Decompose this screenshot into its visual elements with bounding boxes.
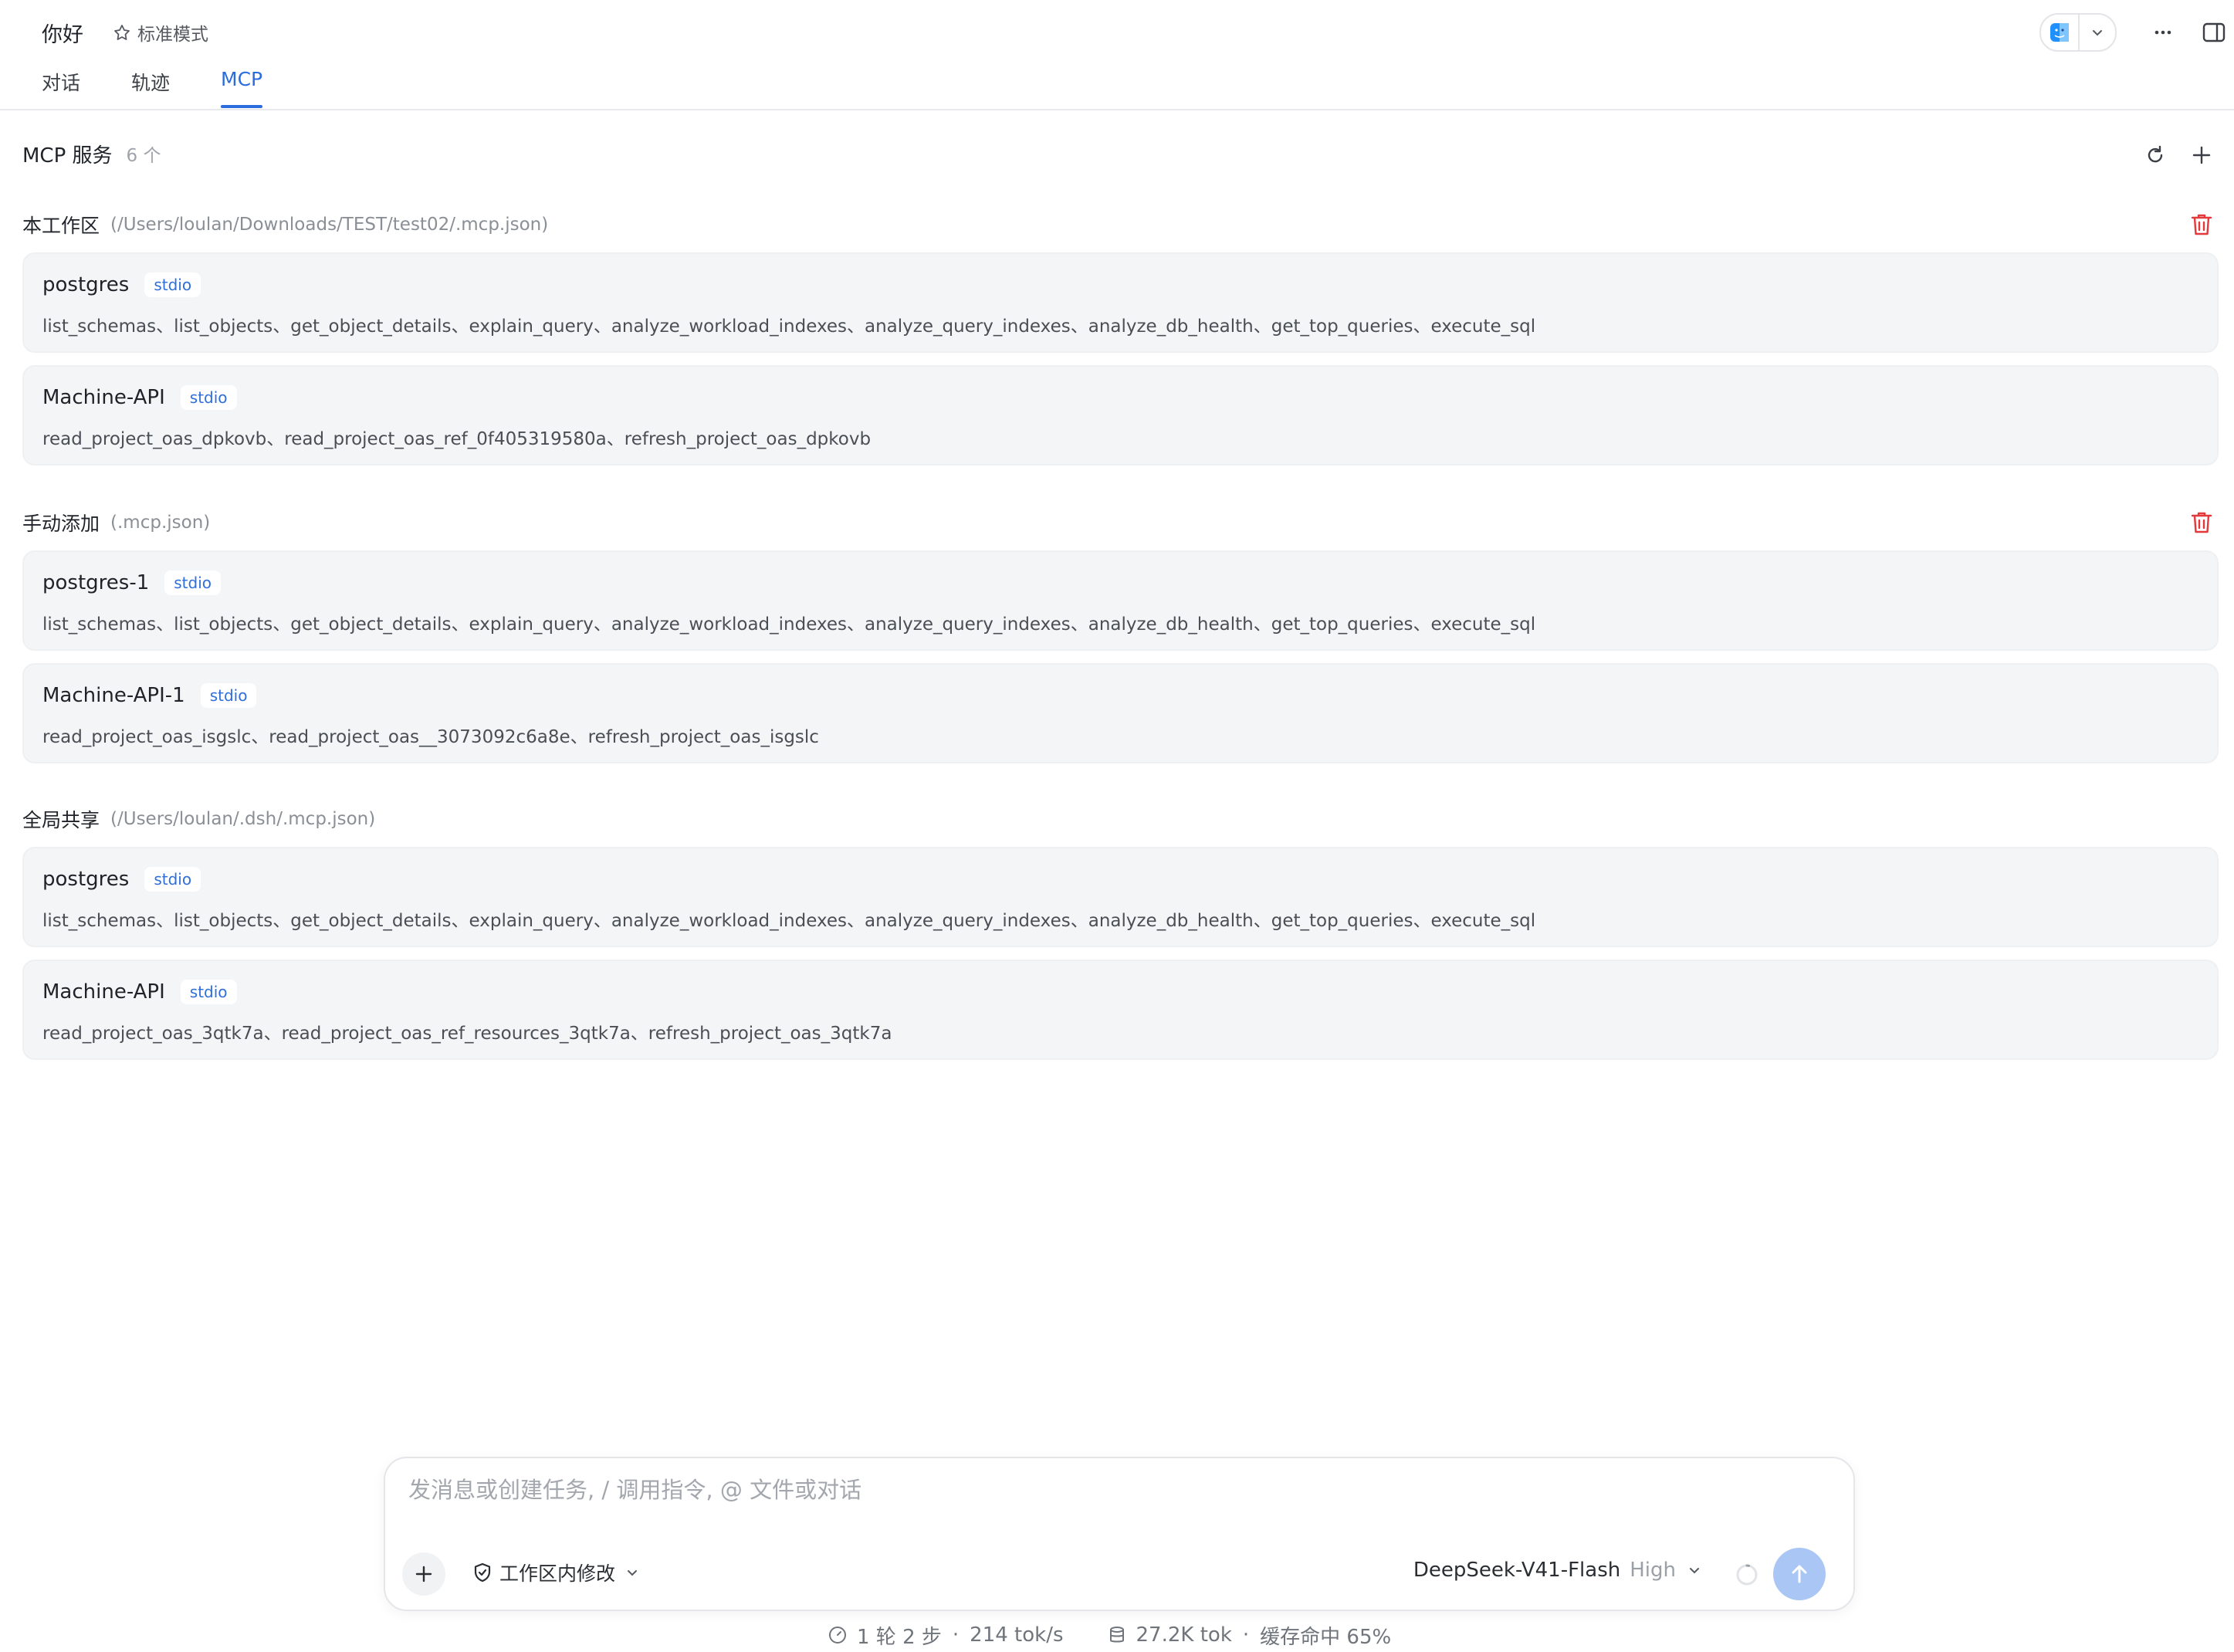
shield-edit-icon	[474, 1562, 491, 1583]
usage-stats: 1 轮 2 步 · 214 tok/s 27.2K tok · 缓存命中 65%	[828, 1620, 1391, 1650]
token-count: 27.2K tok	[1136, 1623, 1232, 1647]
server-tools: read_project_oas_dpkovb、read_project_oas…	[42, 429, 872, 449]
services-count: 6 个	[126, 146, 161, 166]
server-card[interactable]: postgres stdio list_schemas、list_objects…	[22, 252, 2219, 353]
cache-hit: 缓存命中 65%	[1260, 1625, 1392, 1649]
chevron-down-icon	[628, 1570, 638, 1576]
services-header: MCP 服务 6 个	[22, 138, 2219, 169]
scope-label: 工作区内修改	[499, 1562, 616, 1585]
server-card[interactable]: Machine-API stdio read_project_oas_3qtk7…	[22, 960, 2219, 1060]
group-manual: 手动添加 (.mcp.json) postgres-1 stdio list_s…	[22, 507, 2219, 763]
transport-badge: stdio	[180, 980, 237, 1004]
mode-label: 标准模式	[137, 25, 208, 45]
server-name: Machine-API-1	[42, 684, 185, 707]
group-path: (/Users/loulan/.dsh/.mcp.json)	[110, 809, 376, 829]
sidebar-toggle-icon[interactable]	[2194, 12, 2234, 52]
chevron-down-icon	[1690, 1568, 1699, 1574]
group-header: 本工作区 (/Users/loulan/Downloads/TEST/test0…	[22, 209, 2219, 240]
top-header: 你好 标准模式 对话 轨迹 MCP	[0, 0, 2234, 110]
group-header: 手动添加 (.mcp.json)	[22, 507, 2219, 538]
scope-selector[interactable]: 工作区内修改	[472, 1559, 646, 1586]
model-name: DeepSeek-V41-Flash	[1413, 1559, 1621, 1582]
server-name: Machine-API	[42, 980, 165, 1004]
server-tools: read_project_oas_3qtk7a、read_project_oas…	[42, 1024, 892, 1044]
arrow-up-icon	[1792, 1565, 1807, 1583]
model-selector[interactable]: DeepSeek-V41-Flash High	[1413, 1559, 1702, 1582]
server-card[interactable]: Machine-API-1 stdio read_project_oas_isg…	[22, 663, 2219, 763]
context-usage-icon[interactable]	[1735, 1562, 1759, 1587]
transport-badge: stdio	[180, 385, 237, 410]
page-title: 你好	[42, 22, 83, 47]
tab-bar: 对话 轨迹 MCP	[42, 68, 313, 108]
server-card[interactable]: postgres stdio list_schemas、list_objects…	[22, 847, 2219, 947]
server-card[interactable]: Machine-API stdio read_project_oas_dpkov…	[22, 365, 2219, 465]
group-name: 手动添加	[22, 513, 100, 535]
plus-icon	[415, 1566, 432, 1583]
group-header: 全局共享 (/Users/loulan/.dsh/.mcp.json)	[22, 804, 2219, 834]
server-tools: list_schemas、list_objects、get_object_det…	[42, 317, 1536, 337]
tab-chat[interactable]: 对话	[42, 68, 80, 108]
group-global: 全局共享 (/Users/loulan/.dsh/.mcp.json) post…	[22, 804, 2219, 1060]
chevron-down-icon[interactable]	[2080, 15, 2115, 50]
mode-indicator[interactable]: 标准模式	[113, 19, 208, 46]
server-card[interactable]: postgres-1 stdio list_schemas、list_objec…	[22, 550, 2219, 651]
token-speed: 214 tok/s	[970, 1623, 1064, 1647]
database-icon	[1109, 1627, 1124, 1643]
more-icon[interactable]	[2143, 12, 2183, 52]
mode-icon	[114, 25, 130, 40]
server-name: postgres-1	[42, 571, 150, 594]
group-path: (.mcp.json)	[110, 513, 211, 533]
server-name: postgres	[42, 273, 130, 296]
delete-group-icon[interactable]	[2185, 506, 2219, 540]
group-workspace: 本工作区 (/Users/loulan/Downloads/TEST/test0…	[22, 209, 2219, 465]
attach-button[interactable]	[402, 1552, 445, 1596]
app-switcher[interactable]	[2039, 13, 2117, 52]
finder-app-icon[interactable]	[2041, 15, 2080, 50]
tab-mcp[interactable]: MCP	[221, 68, 263, 108]
services-title: MCP 服务	[22, 144, 113, 168]
rounds-steps: 1 轮 2 步	[857, 1625, 942, 1649]
transport-badge: stdio	[164, 570, 221, 595]
title-row: 你好 标准模式	[42, 17, 208, 48]
group-name: 全局共享	[22, 809, 100, 831]
transport-badge: stdio	[144, 273, 201, 297]
message-composer: 工作区内修改 DeepSeek-V41-Flash High	[384, 1457, 1855, 1611]
group-path: (/Users/loulan/Downloads/TEST/test02/.mc…	[110, 215, 549, 235]
model-level: High	[1630, 1559, 1676, 1582]
server-tools: list_schemas、list_objects、get_object_det…	[42, 614, 1536, 635]
send-button[interactable]	[1773, 1548, 1826, 1600]
header-actions	[2039, 12, 2234, 52]
refresh-icon[interactable]	[2138, 138, 2172, 172]
message-input[interactable]	[408, 1477, 1829, 1503]
server-tools: list_schemas、list_objects、get_object_det…	[42, 911, 1536, 931]
speedometer-icon	[829, 1627, 846, 1644]
transport-badge: stdio	[144, 867, 201, 892]
services-actions	[2126, 138, 2219, 172]
add-server-icon[interactable]	[2185, 138, 2219, 172]
group-name: 本工作区	[22, 215, 100, 237]
delete-group-icon[interactable]	[2185, 208, 2219, 242]
transport-badge: stdio	[200, 683, 257, 708]
tab-trace[interactable]: 轨迹	[131, 68, 170, 108]
server-name: postgres	[42, 868, 130, 891]
server-name: Machine-API	[42, 386, 165, 409]
server-tools: read_project_oas_isgslc、read_project_oas…	[42, 727, 819, 747]
